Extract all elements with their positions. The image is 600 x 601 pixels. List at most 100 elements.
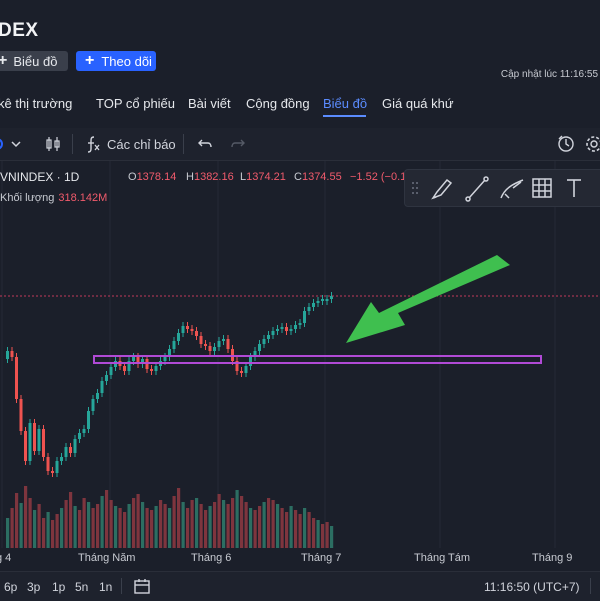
symbol-legend: VNINDEX · 1D	[0, 170, 79, 184]
candle-body	[208, 346, 212, 351]
range-3m[interactable]: 3p	[27, 580, 40, 594]
bottom-divider	[590, 578, 591, 594]
change-value: −1.52 (−0.1	[350, 171, 407, 183]
drawing-toolbar	[404, 169, 600, 207]
volume-bar	[19, 503, 23, 548]
candle-body	[244, 366, 248, 373]
calendar-icon[interactable]	[133, 577, 151, 595]
interval-selector[interactable]	[0, 128, 24, 160]
range-6m[interactable]: 6p	[4, 580, 17, 594]
volume-bar	[204, 510, 208, 548]
drag-handle-icon[interactable]	[412, 182, 418, 194]
undo-button[interactable]	[197, 128, 213, 160]
range-5d[interactable]: 5n	[75, 580, 88, 594]
close-value: 1374.55	[301, 171, 342, 183]
plus-icon: +	[85, 52, 95, 69]
tab-history-price[interactable]: Giá quá khứ	[382, 96, 454, 111]
chart-area[interactable]	[0, 161, 600, 571]
volume-bar	[330, 526, 334, 548]
x-tick-label: Tháng Tám	[414, 552, 471, 564]
volume-bar	[150, 510, 154, 548]
range-1m[interactable]: 1p	[52, 580, 65, 594]
text-icon[interactable]	[567, 179, 581, 197]
x-axis: g 4 Tháng Năm Tháng 6 Tháng 7 Tháng Tám …	[0, 548, 600, 570]
settings-button[interactable]	[584, 128, 600, 160]
undo-icon	[198, 139, 212, 148]
fx-icon	[87, 136, 100, 153]
range-1d[interactable]: 1n	[99, 580, 112, 594]
volume-bar	[33, 510, 37, 548]
candle-body	[204, 344, 207, 346]
candle-body	[298, 323, 302, 325]
candle-body	[240, 371, 243, 373]
redo-button[interactable]	[230, 128, 246, 160]
brush-icon[interactable]	[431, 178, 453, 200]
chart-button[interactable]: + Biểu đồ	[0, 51, 68, 71]
tab-market-stats[interactable]: kê thị trường	[0, 96, 72, 111]
volume-bar	[249, 508, 253, 548]
volume-bar	[73, 506, 77, 548]
volume-bar	[298, 514, 302, 548]
candle-body	[109, 367, 113, 375]
candle-body	[307, 307, 311, 311]
volume-bar	[226, 504, 230, 548]
volume-bar	[6, 518, 10, 548]
candle-body	[213, 347, 216, 351]
curve-icon[interactable]	[500, 179, 524, 199]
candle-body	[258, 344, 261, 351]
candle-body	[226, 339, 230, 349]
candle-body	[6, 351, 9, 359]
candle-body	[181, 326, 185, 333]
candle-body	[321, 299, 324, 301]
updated-time: Cập nhật lúc 11:16:55	[500, 69, 598, 80]
tab-articles[interactable]: Bài viết	[188, 96, 231, 111]
grid-icon[interactable]	[532, 178, 552, 198]
tab-top-stocks[interactable]: TOP cổ phiếu	[96, 96, 175, 111]
volume-bar	[168, 508, 172, 548]
volume-bar	[195, 498, 199, 548]
volume-bar	[118, 508, 122, 548]
candle-body	[60, 457, 63, 461]
chevron-down-icon	[0, 138, 21, 150]
candle-body	[78, 433, 81, 439]
candle-body	[64, 447, 68, 457]
candle-body	[177, 333, 180, 341]
volume-bar	[321, 524, 325, 548]
volume-bar	[69, 492, 73, 548]
candle-body	[46, 457, 50, 471]
chart-type-button[interactable]	[44, 128, 62, 160]
open-value: 1378.14	[136, 171, 177, 183]
indicators-button[interactable]: Các chỉ báo	[85, 128, 176, 160]
annotation-arrow	[346, 255, 510, 343]
volume-bar	[208, 506, 212, 548]
trend-line-icon[interactable]	[465, 176, 489, 202]
high-label: H	[186, 171, 194, 183]
candle-body	[289, 329, 293, 331]
volume-bar	[78, 510, 82, 548]
volume-bar	[163, 504, 167, 548]
candle-body	[28, 423, 32, 461]
volume-bar	[136, 494, 140, 548]
volume-bar	[222, 500, 226, 548]
clock-timezone[interactable]: 11:16:50 (UTC+7)	[484, 580, 580, 594]
candle-body	[19, 399, 23, 431]
volume-bar	[15, 493, 19, 548]
low-value: 1374.21	[246, 171, 286, 183]
volume-bar	[253, 510, 257, 548]
tab-chart[interactable]: Biểu đồ	[323, 96, 367, 111]
candle-body	[325, 299, 329, 301]
high-value: 1382.16	[193, 171, 234, 183]
volume-bar	[213, 502, 217, 548]
volume-bar	[307, 512, 311, 548]
tab-community[interactable]: Cộng đồng	[246, 96, 310, 111]
indicators-label: Các chỉ báo	[107, 136, 176, 152]
candle-body	[190, 329, 194, 331]
follow-button[interactable]: + Theo dõi	[76, 51, 156, 71]
volume-bar	[172, 496, 176, 548]
candle-body	[316, 301, 320, 303]
candle-body	[105, 375, 108, 381]
candle-body	[249, 357, 252, 366]
x-tick-label: Tháng 7	[301, 552, 342, 564]
alert-button[interactable]	[556, 128, 576, 160]
candle-body	[262, 339, 266, 344]
